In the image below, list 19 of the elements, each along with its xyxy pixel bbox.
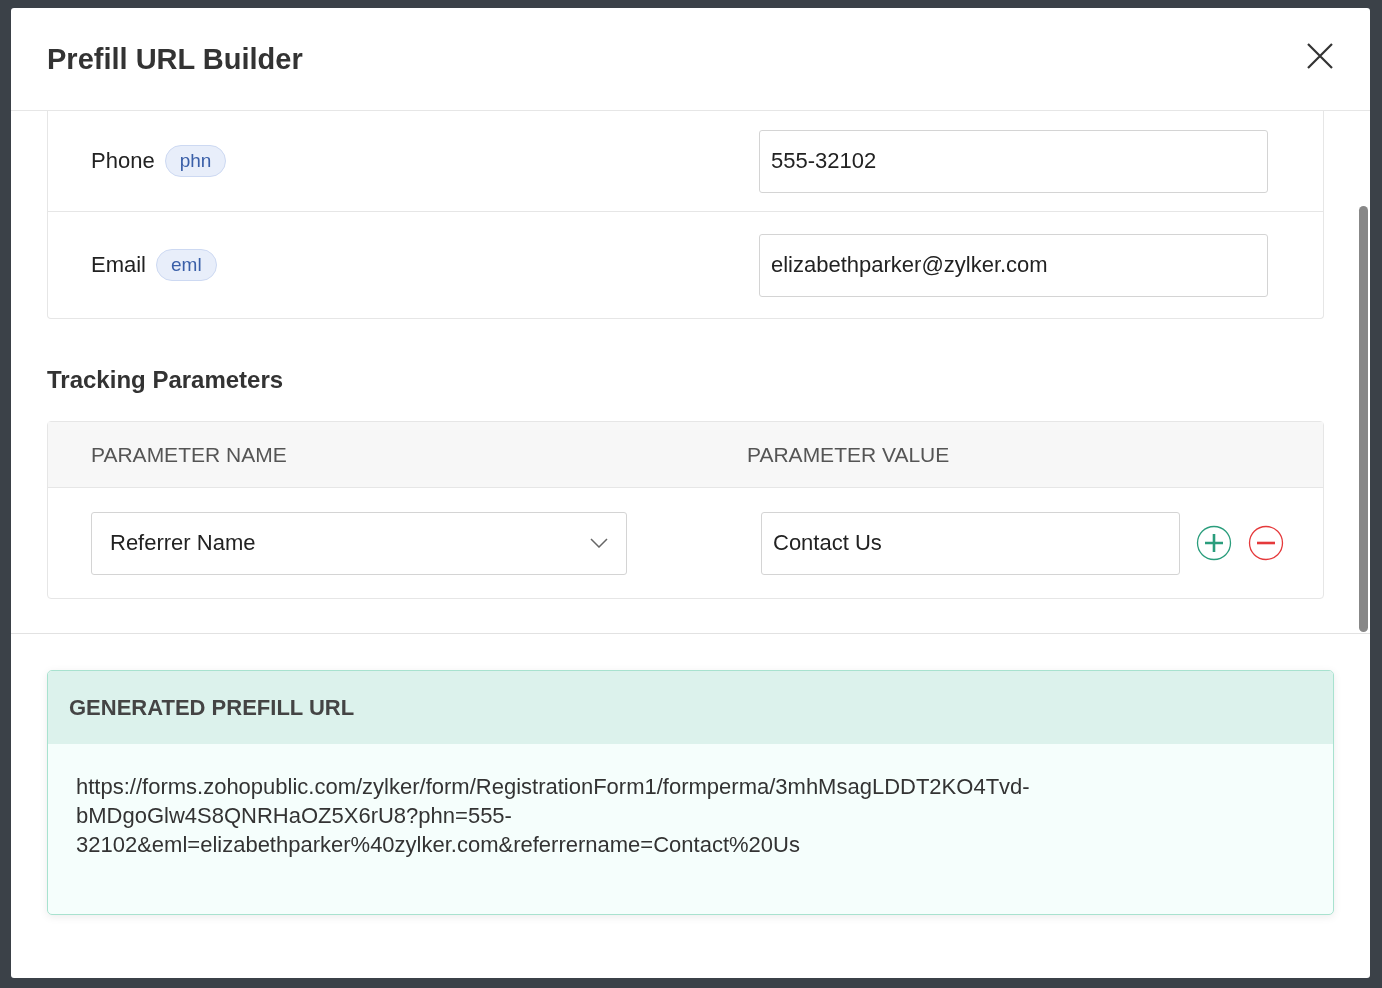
value-field[interactable]: elizabethparker@zylker.com xyxy=(759,233,1268,297)
section-heading: Tracking Parameters xyxy=(47,366,285,394)
chevron-down-icon xyxy=(590,538,608,548)
parameter-dropdown[interactable]: Referrer Name xyxy=(91,511,627,575)
alias-tag: eml xyxy=(156,249,217,281)
parameter-value-field[interactable]: Contact Us xyxy=(761,511,1180,575)
generated-url: https://forms.zohopublic.com/zylker/form/RegistrationForm1/formperma/3mhMsagLDDT2KO4Tvd-bMDgoGlw4S8QNRHaOZ5X6rU8?phn=555-32102&eml=elizabethparker%40zylker.com&referrername=Contact%20Us xyxy=(76,774,1030,857)
alias-tag: phn xyxy=(164,145,227,177)
url-heading: GENERATED PREFILL URL xyxy=(69,694,355,721)
add-icon[interactable] xyxy=(1196,525,1232,561)
close-icon[interactable] xyxy=(1306,42,1334,70)
remove-icon[interactable] xyxy=(1248,525,1284,561)
column-header: PARAMETER NAME xyxy=(91,442,288,467)
column-header: PARAMETER VALUE xyxy=(747,442,950,467)
field-label: Phone xyxy=(91,148,155,174)
field-label: Email xyxy=(91,252,146,278)
scrollbar-thumb[interactable] xyxy=(1359,206,1368,632)
value-field[interactable]: 555-32102 xyxy=(759,129,1268,193)
dialog-title: Prefill URL Builder xyxy=(47,42,303,76)
